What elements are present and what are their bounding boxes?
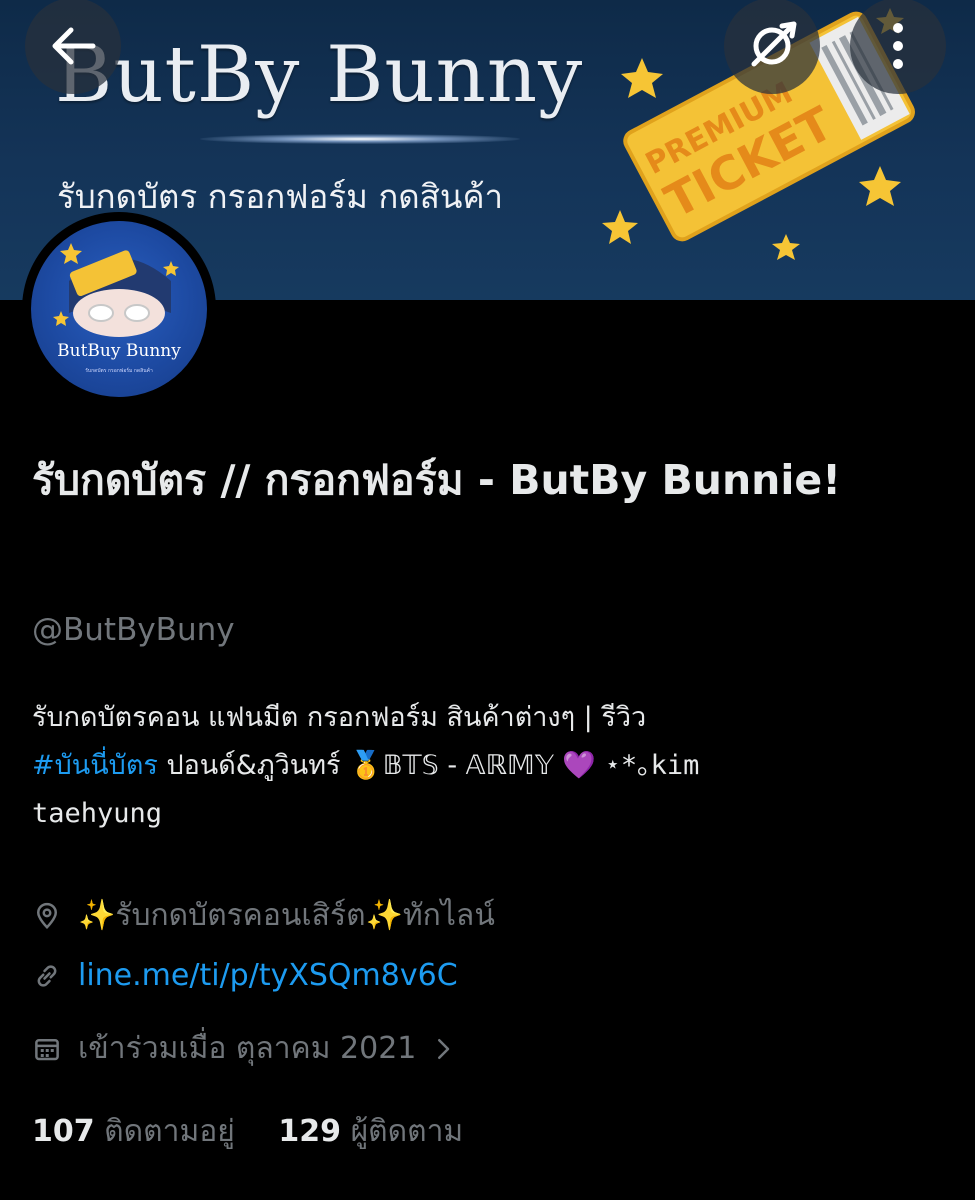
following-count: 107 bbox=[32, 1114, 95, 1149]
profile-website[interactable]: line.me/ti/p/tyXSQm8v6C bbox=[32, 958, 458, 993]
follow-stats: 107 ติดตามอยู่ 129 ผู้ติดตาม bbox=[32, 1108, 497, 1155]
avatar[interactable]: ButBuy Bunny รับกดบัตร กรอกฟอร์ม กดสินค้… bbox=[22, 212, 216, 406]
back-button[interactable] bbox=[25, 0, 121, 94]
calendar-icon bbox=[35, 1038, 59, 1060]
banner-title: ButBy Bunny bbox=[55, 30, 584, 120]
avatar-small-text: รับกดบัตร กรอกฟอร์ม กดสินค้า bbox=[85, 368, 153, 374]
followers-label: ผู้ติดตาม bbox=[350, 1114, 464, 1149]
location-pin-icon bbox=[36, 902, 58, 929]
tag-off-icon bbox=[751, 21, 797, 67]
bio-line-2: ปอนด์&ภูวินทร์ 🥇𝔹𝕋𝕊 - 𝔸ℝ𝕄𝕐 💜 bbox=[157, 750, 605, 781]
profile-joined-date[interactable]: เข้าร่วมเมื่อ ตุลาคม 2021 bbox=[32, 1025, 458, 1072]
location-text: ✨รับกดบัตรคอนเสิร์ต✨ทักไลน์ bbox=[78, 898, 495, 933]
avatar-name: ButBuy Bunny bbox=[57, 341, 181, 361]
display-name: รับกดบัตร // กรอกฟอร์ม - ButBy Bunnie! bbox=[32, 456, 841, 504]
chevron-right-icon bbox=[438, 1038, 450, 1059]
profile-location: ✨รับกดบัตรคอนเสิร์ต✨ทักไลน์ bbox=[32, 892, 495, 939]
profile-bio: รับกดบัตรคอน แฟนมีต กรอกฟอร์ม สินค้าต่าง… bbox=[32, 694, 942, 838]
following-stat[interactable]: 107 ติดตามอยู่ bbox=[32, 1114, 235, 1149]
banner-glow bbox=[200, 134, 520, 144]
more-vertical-icon bbox=[893, 23, 903, 69]
bio-mono-text-1: ⋆*｡kim bbox=[604, 750, 700, 781]
back-arrow-icon bbox=[52, 27, 96, 65]
website-link[interactable]: line.me/ti/p/tyXSQm8v6C bbox=[78, 958, 458, 993]
following-label: ติดตามอยู่ bbox=[104, 1114, 235, 1149]
bio-line-1: รับกดบัตรคอน แฟนมีต กรอกฟอร์ม สินค้าต่าง… bbox=[32, 702, 647, 733]
joined-text: เข้าร่วมเมื่อ ตุลาคม 2021 bbox=[78, 1031, 417, 1066]
tag-off-button[interactable] bbox=[724, 0, 820, 94]
followers-count: 129 bbox=[278, 1114, 342, 1149]
more-options-button[interactable] bbox=[850, 0, 946, 94]
link-icon bbox=[37, 964, 57, 987]
bio-hashtag-link[interactable]: #บันนี่บัตร bbox=[32, 750, 158, 781]
followers-stat[interactable]: 129 ผู้ติดตาม bbox=[278, 1114, 463, 1149]
avatar-image: ButBuy Bunny รับกดบัตร กรอกฟอร์ม กดสินค้… bbox=[31, 221, 207, 397]
bio-mono-text-2: taehyung bbox=[32, 798, 163, 829]
username-handle: @ButByBuny bbox=[32, 612, 235, 648]
